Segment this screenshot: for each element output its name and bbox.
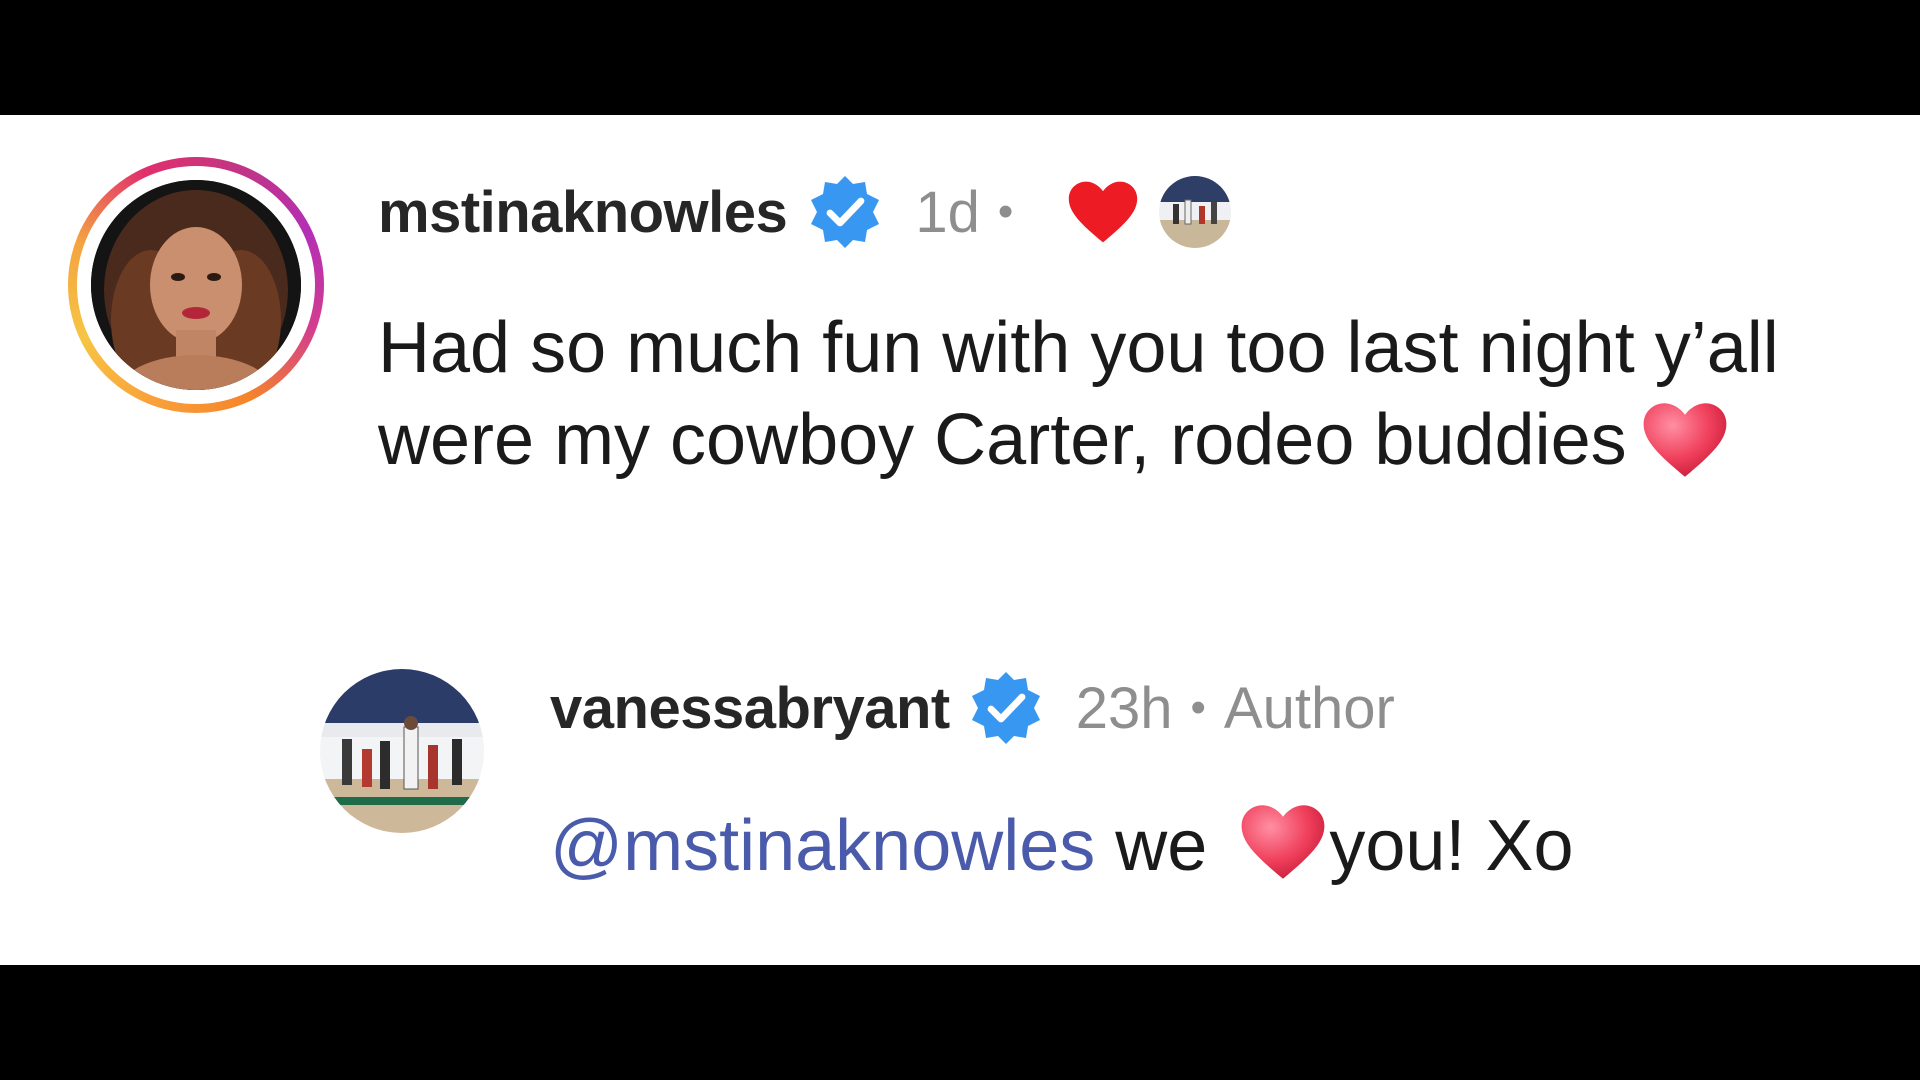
reply-text-before: we: [1095, 806, 1228, 886]
verified-badge-icon: [971, 672, 1040, 744]
author-badge: Author: [1223, 675, 1395, 741]
reply-header: vanessabryant 23h • Author: [550, 668, 1395, 748]
separator-dot: •: [1190, 683, 1206, 732]
comment-header: mstinaknowles 1d •: [378, 172, 1232, 252]
reply-timestamp: 23h: [1075, 675, 1173, 741]
reply-text-after: you! Xo: [1329, 806, 1574, 886]
comment-body: Had so much fun with you too last night …: [378, 302, 1818, 486]
heart-icon[interactable]: [1065, 177, 1141, 247]
comment-username[interactable]: mstinaknowles: [378, 179, 788, 246]
author-liked-avatar: [1159, 176, 1232, 248]
reply-body: @mstinaknowles we you! Xo: [550, 800, 1574, 892]
heart-emoji: [1643, 403, 1727, 477]
comment-text: Had so much fun with you too last night …: [378, 308, 1779, 480]
mention-link[interactable]: @mstinaknowles: [550, 806, 1095, 886]
heart-emoji: [1241, 805, 1325, 879]
story-ring[interactable]: [68, 157, 324, 413]
reply-username[interactable]: vanessabryant: [550, 675, 950, 742]
screen-frame: mstinaknowles 1d • Had so much fun with …: [0, 0, 1920, 1080]
verified-badge-icon: [811, 176, 880, 248]
avatar-mstinaknowles[interactable]: [91, 180, 301, 390]
avatar-vanessabryant[interactable]: [320, 669, 484, 833]
separator-dot: •: [997, 187, 1014, 236]
comment-timestamp: 1d: [915, 179, 980, 245]
